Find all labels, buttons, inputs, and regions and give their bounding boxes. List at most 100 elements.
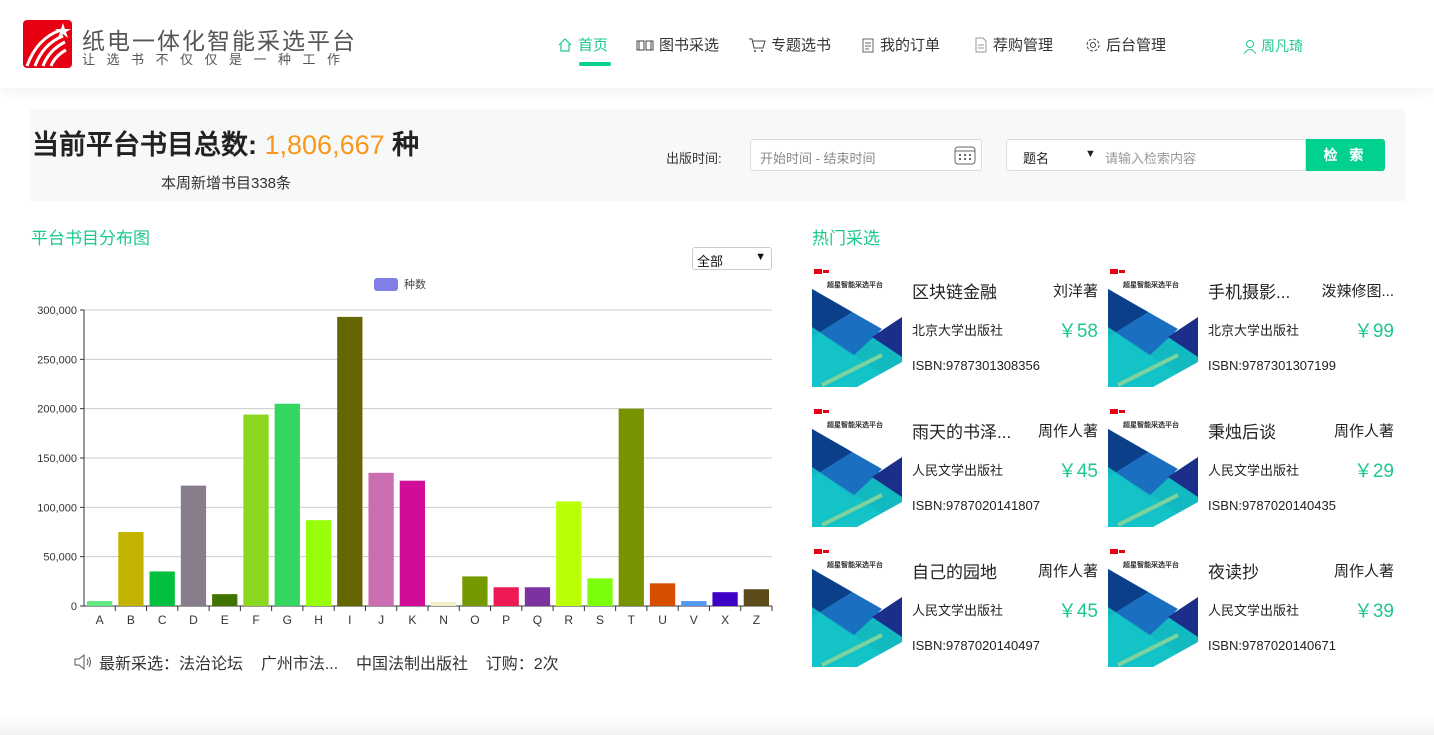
chevron-down-icon[interactable]: ▼ xyxy=(1085,148,1096,160)
bar-C[interactable] xyxy=(149,571,175,606)
category-filter-select[interactable]: 全部 ▼ xyxy=(692,247,772,270)
x-tick-label: H xyxy=(314,613,323,627)
bar-A[interactable] xyxy=(87,601,113,606)
y-tick-label: 100,000 xyxy=(37,502,77,514)
user-menu[interactable]: 周凡琦 xyxy=(1243,36,1303,56)
bar-O[interactable] xyxy=(462,576,488,606)
book-title[interactable]: 雨天的书泽... xyxy=(912,418,1034,443)
book-cover-image: 超星智能采选平台 xyxy=(1108,267,1198,387)
x-tick-label: P xyxy=(502,613,510,627)
book-author: 周作人著 xyxy=(1037,423,1098,440)
hot-book-card[interactable]: 超星智能采选平台 区块链金融 刘洋著 北京大学出版社 ￥58 ISBN:9787… xyxy=(812,267,1098,387)
book-cover[interactable]: 超星智能采选平台 xyxy=(1108,547,1198,667)
book-cover[interactable]: 超星智能采选平台 xyxy=(1108,267,1198,387)
brand-logo[interactable] xyxy=(23,20,72,68)
book-title[interactable]: 秉烛后谈 xyxy=(1208,418,1330,443)
ticker-label: 最新采选： xyxy=(99,656,180,673)
y-tick-label: 0 xyxy=(71,601,77,613)
nav-my-orders[interactable]: 我的订单 xyxy=(861,34,940,55)
bar-T[interactable] xyxy=(618,408,644,606)
nav-home[interactable]: 首页 xyxy=(557,34,608,55)
publish-date-range-input[interactable]: 开始时间 - 结束时间 xyxy=(750,139,982,171)
bar-Q[interactable] xyxy=(524,587,551,606)
x-tick-label: C xyxy=(158,613,167,627)
book-isbn: ISBN:9787020140497 xyxy=(912,638,1040,653)
bar-P[interactable] xyxy=(493,587,519,606)
book-title[interactable]: 自己的园地 xyxy=(912,558,1034,583)
search-box: 题名 ▼ 请输入检索内容 xyxy=(1006,139,1306,171)
bar-Z[interactable] xyxy=(743,589,769,606)
hot-book-card[interactable]: 超星智能采选平台 手机摄影... 泼辣修图... 北京大学出版社 ￥99 ISB… xyxy=(1108,267,1394,387)
book-author: 泼辣修图... xyxy=(1321,283,1394,300)
y-tick-label: 150,000 xyxy=(37,453,77,465)
bar-R[interactable] xyxy=(556,501,582,606)
nav-label: 后台管理 xyxy=(1106,37,1167,54)
book-publisher: 北京大学出版社 xyxy=(912,323,1004,338)
bar-B[interactable] xyxy=(118,532,144,606)
ticker-orders: 订购：2次 xyxy=(485,656,559,673)
distribution-title: 平台书目分布图 xyxy=(31,229,150,248)
book-cover-image: 超星智能采选平台 xyxy=(812,547,902,667)
book-publisher: 人民文学出版社 xyxy=(912,603,1004,618)
search-field-select[interactable]: 题名 xyxy=(1023,148,1049,167)
hot-book-card[interactable]: 超星智能采选平台 夜读抄 周作人著 人民文学出版社 ￥39 ISBN:97870… xyxy=(1108,547,1394,667)
nav-book-selection[interactable]: 图书采选 xyxy=(636,34,719,55)
hot-book-card[interactable]: 超星智能采选平台 雨天的书泽... 周作人著 人民文学出版社 ￥45 ISBN:… xyxy=(812,407,1098,527)
hot-selection-title: 热门采选 xyxy=(812,229,880,248)
x-tick-label: I xyxy=(348,613,351,627)
search-input[interactable]: 请输入检索内容 xyxy=(1105,148,1196,167)
weekly-new-count: 本周新增书目338条 xyxy=(161,175,292,192)
book-publisher: 北京大学出版社 xyxy=(1208,323,1300,338)
bar-H[interactable] xyxy=(305,520,332,606)
bar-N[interactable] xyxy=(431,602,457,606)
bar-J[interactable] xyxy=(368,472,394,606)
bar-E[interactable] xyxy=(212,594,238,606)
book-cover[interactable]: 超星智能采选平台 xyxy=(1108,407,1198,527)
nav-recommend-management[interactable]: 荐购管理 xyxy=(974,34,1053,55)
gear-icon xyxy=(1086,38,1100,51)
bar-U[interactable] xyxy=(649,583,676,606)
x-tick-label: U xyxy=(658,613,667,627)
book-price: ￥29 xyxy=(1353,461,1394,482)
book-cover[interactable]: 超星智能采选平台 xyxy=(812,407,902,527)
ticker-book-title[interactable]: 法治论坛 xyxy=(179,650,243,674)
bar-F[interactable] xyxy=(243,414,269,606)
svg-text:超星智能采选平台: 超星智能采选平台 xyxy=(1123,560,1179,569)
bar-S[interactable] xyxy=(587,578,613,606)
book-title[interactable]: 手机摄影... xyxy=(1208,278,1330,303)
bar-V[interactable] xyxy=(681,601,707,606)
bar-K[interactable] xyxy=(399,480,425,606)
book-publisher: 人民文学出版社 xyxy=(912,463,1004,478)
calendar-icon[interactable] xyxy=(954,145,976,165)
nav-label: 荐购管理 xyxy=(993,37,1054,54)
nav-label: 首页 xyxy=(578,37,609,54)
bar-G[interactable] xyxy=(274,403,300,606)
footer-shadow xyxy=(0,715,1434,735)
book-isbn: ISBN:9787020141807 xyxy=(912,498,1040,513)
book-isbn: ISBN:9787020140671 xyxy=(1208,638,1336,653)
ticker-buyer: 广州市法... xyxy=(260,656,339,673)
chevron-down-icon: ▼ xyxy=(755,251,766,263)
nav-topic-selection[interactable]: 专题选书 xyxy=(748,34,831,55)
book-publisher: 人民文学出版社 xyxy=(1208,603,1300,618)
bar-X[interactable] xyxy=(712,592,738,606)
search-button[interactable]: 检 索 xyxy=(1306,139,1385,171)
svg-text:超星智能采选平台: 超星智能采选平台 xyxy=(827,560,883,569)
bar-D[interactable] xyxy=(180,485,207,606)
book-cover-image: 超星智能采选平台 xyxy=(1108,407,1198,527)
date-placeholder: 开始时间 - 结束时间 xyxy=(760,151,876,166)
user-name: 周凡琦 xyxy=(1261,38,1303,54)
book-cover[interactable]: 超星智能采选平台 xyxy=(812,267,902,387)
book-title[interactable]: 区块链金融 xyxy=(912,278,1034,303)
svg-text:超星智能采选平台: 超星智能采选平台 xyxy=(827,420,883,429)
x-tick-label: G xyxy=(283,613,292,627)
bar-I[interactable] xyxy=(337,316,363,606)
hot-book-card[interactable]: 超星智能采选平台 自己的园地 周作人著 人民文学出版社 ￥45 ISBN:978… xyxy=(812,547,1098,667)
book-title[interactable]: 夜读抄 xyxy=(1208,558,1330,583)
book-author: 周作人著 xyxy=(1037,563,1098,580)
book-isbn: ISBN:9787020140435 xyxy=(1208,498,1336,513)
hot-book-card[interactable]: 超星智能采选平台 秉烛后谈 周作人著 人民文学出版社 ￥29 ISBN:9787… xyxy=(1108,407,1394,527)
nav-admin[interactable]: 后台管理 xyxy=(1085,34,1166,55)
book-author: 周作人著 xyxy=(1333,423,1394,440)
book-cover[interactable]: 超星智能采选平台 xyxy=(812,547,902,667)
